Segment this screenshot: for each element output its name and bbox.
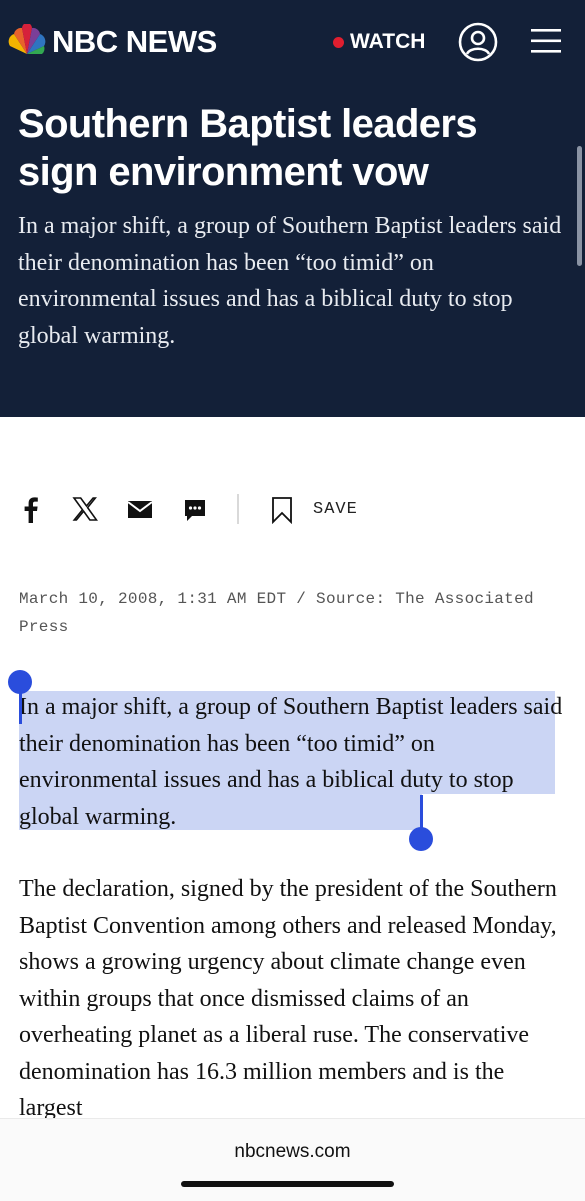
article-dek: In a major shift, a group of Southern Ba… — [18, 213, 562, 349]
selection-end-handle[interactable] — [409, 827, 433, 851]
selection-start-caret — [19, 690, 22, 724]
facebook-icon[interactable] — [20, 496, 42, 529]
menu-icon[interactable] — [530, 28, 562, 59]
watch-label: WATCH — [350, 30, 426, 53]
article-hero: Southern Baptist leaders sign environmen… — [0, 86, 585, 417]
brand-name[interactable]: NBC NEWS — [52, 24, 217, 60]
x-icon[interactable] — [72, 496, 99, 527]
article-paragraph[interactable]: The declaration, signed by the president… — [19, 871, 564, 1127]
peacock-logo-icon — [4, 24, 50, 60]
bookmark-icon[interactable] — [270, 496, 294, 529]
account-icon[interactable] — [458, 22, 498, 67]
save-button[interactable]: SAVE — [313, 500, 358, 519]
address-bar[interactable]: nbcnews.com — [0, 1141, 585, 1163]
live-dot-icon — [333, 36, 344, 48]
scrollbar-thumb[interactable] — [577, 146, 582, 266]
watch-button[interactable]: WATCH — [333, 30, 425, 54]
article-paragraph[interactable]: In a major shift, a group of Southern Ba… — [19, 689, 564, 835]
nbc-logo[interactable] — [4, 24, 50, 60]
email-icon[interactable] — [127, 500, 153, 525]
sms-icon[interactable] — [183, 498, 207, 529]
dateline: March 10, 2008, 1:31 AM EDT / Source: Th… — [19, 590, 534, 636]
browser-bottom-bar: nbcnews.com — [0, 1118, 585, 1201]
top-nav-bar: NBC NEWS WATCH — [0, 0, 585, 86]
share-divider — [237, 494, 239, 524]
selection-end-caret — [420, 795, 423, 831]
home-indicator[interactable] — [181, 1181, 394, 1187]
article-headline: Southern Baptist leaders sign environmen… — [18, 102, 478, 194]
share-bar: SAVE — [0, 488, 585, 532]
